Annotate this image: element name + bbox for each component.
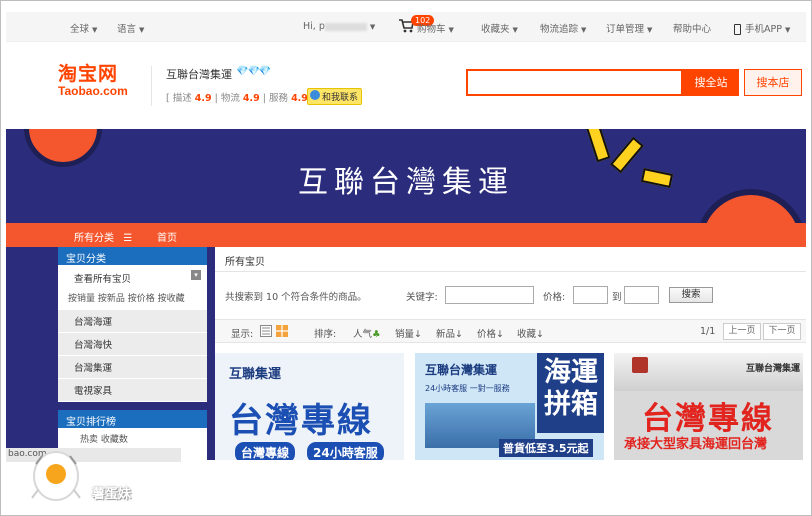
diamond-rank-icon: 💎💎💎 bbox=[236, 66, 271, 77]
product-tag: 24小時客服 bbox=[307, 442, 384, 460]
display-label: 显示: bbox=[231, 329, 254, 340]
product-brand: 互聯集運 bbox=[229, 367, 282, 382]
chat-icon bbox=[310, 90, 320, 100]
shop-name[interactable]: 互聯台灣集運 bbox=[166, 66, 232, 82]
collapse-icon[interactable]: ▾ bbox=[191, 270, 201, 280]
sidebar-item-tv-furniture[interactable]: 電視家具 bbox=[58, 379, 207, 402]
product-card[interactable]: 互聯台灣集運 台灣專線 承接大型家具海運回台灣 bbox=[614, 353, 803, 460]
product-card[interactable]: 互聯集運 台灣專線 台灣專線 24小時客服 bbox=[215, 353, 404, 460]
sidebar-item-taiwan-express[interactable]: 台灣海快 bbox=[58, 333, 207, 356]
product-headline: 台灣專線 bbox=[229, 401, 373, 441]
product-brand: 互聯台灣集運 bbox=[746, 364, 801, 374]
product-tag: 台灣專線 bbox=[235, 442, 296, 460]
shop-banner: 互聯台灣集運 bbox=[6, 129, 806, 223]
price-label: 价格: bbox=[543, 292, 566, 303]
sort-favorites[interactable]: 收藏↓ bbox=[517, 326, 544, 340]
divider bbox=[215, 271, 806, 272]
price-max-input[interactable] bbox=[624, 286, 659, 304]
brand-logo-icon bbox=[632, 357, 648, 373]
user-greeting[interactable]: Hi, p ▼ bbox=[303, 21, 375, 32]
product-headline: 台灣專線 bbox=[642, 401, 774, 437]
product-price-tag: 普貨低至3.5元起 bbox=[499, 439, 593, 457]
cart-menu[interactable]: 购物车 ▼ bbox=[417, 21, 454, 35]
sort-popularity[interactable]: 人气♣ bbox=[353, 326, 381, 340]
product-card[interactable]: 互聯台灣集運 24小時客服 一對一服務 海運拼箱 普貨低至3.5元起 bbox=[415, 353, 604, 460]
search-input[interactable] bbox=[466, 69, 683, 96]
keyword-input[interactable] bbox=[445, 286, 534, 304]
help-center-link[interactable]: 帮助中心 bbox=[673, 21, 711, 35]
menu-icon: ☰ bbox=[123, 233, 133, 244]
contact-seller-button[interactable]: 和我联系 bbox=[307, 88, 363, 105]
egg-mascot-icon bbox=[31, 451, 81, 501]
mobile-app-menu[interactable]: 手机APP ▼ bbox=[734, 21, 790, 35]
sidebar-item-taiwan-sea[interactable]: 台灣海運 bbox=[58, 310, 207, 333]
sort-sales[interactable]: 销量↓ bbox=[395, 326, 422, 340]
grid-view-icon[interactable] bbox=[276, 325, 288, 337]
sort-bar: 显示: 排序: 人气♣ 销量↓ 新品↓ 价格↓ 收藏↓ 1/1 上一页 下一页 bbox=[215, 319, 806, 343]
shop-ratings: [ 描述 4.9 | 物流 4.9 | 服務 4.9 ] bbox=[166, 93, 315, 104]
keyword-label: 关键字: bbox=[406, 292, 438, 303]
sort-label: 排序: bbox=[314, 329, 337, 340]
product-subtitle: 承接大型家具海運回台灣 bbox=[624, 437, 768, 452]
sidebar-item-taiwan-consolidation[interactable]: 台灣集運 bbox=[58, 356, 207, 379]
shop-nav: 所有分类 ☰ 首页 bbox=[6, 223, 806, 247]
search-shop-button[interactable]: 搜本店 bbox=[744, 69, 802, 96]
result-count: 共搜索到 10 个符合条件的商品。 bbox=[225, 292, 367, 303]
ranking-title: 宝贝排行榜 bbox=[58, 410, 207, 428]
all-categories-link[interactable]: 所有分类 ☰ bbox=[74, 229, 132, 244]
page-indicator: 1/1 bbox=[700, 326, 716, 337]
search-all-button[interactable]: 搜全站 bbox=[683, 69, 739, 96]
breadcrumb[interactable]: 所有宝贝 bbox=[225, 253, 265, 268]
region-menu[interactable]: 全球 ▼ bbox=[70, 21, 97, 35]
favorites-menu[interactable]: 收藏夹 ▼ bbox=[481, 21, 518, 35]
sidebar-title: 宝贝分类 bbox=[58, 247, 207, 265]
language-menu[interactable]: 语言 ▼ bbox=[117, 21, 144, 35]
phone-icon bbox=[734, 24, 741, 35]
price-min-input[interactable] bbox=[573, 286, 608, 304]
list-view-icon[interactable] bbox=[260, 325, 272, 337]
product-listing: 所有宝贝 共搜索到 10 个符合条件的商品。 关键字: 价格: 到 搜索 显示:… bbox=[215, 247, 806, 460]
sort-price[interactable]: 价格↓ bbox=[477, 326, 504, 340]
next-page-button[interactable]: 下一页 bbox=[763, 323, 801, 340]
taobao-logo[interactable]: 淘宝网 Taobao.com bbox=[58, 64, 128, 98]
product-headline: 海運拼箱 bbox=[544, 357, 598, 420]
watermark: 薯蛋妹 bbox=[92, 487, 132, 502]
product-brand: 互聯台灣集運 bbox=[425, 363, 498, 377]
filter-search-button[interactable]: 搜索 bbox=[669, 287, 713, 303]
prev-page-button[interactable]: 上一页 bbox=[723, 323, 761, 340]
home-link[interactable]: 首页 bbox=[157, 229, 177, 244]
product-subtitle: 24小時客服 一對一服務 bbox=[425, 384, 510, 393]
orders-menu[interactable]: 订单管理 ▼ bbox=[606, 21, 652, 35]
sort-new[interactable]: 新品↓ bbox=[436, 326, 463, 340]
category-sidebar: 宝贝分类 查看所有宝贝 ▾ 按销量 按新品 按价格 按收藏 台灣海運 台灣海快 台… bbox=[58, 247, 207, 402]
sidebar-sort-links[interactable]: 按销量 按新品 按价格 按收藏 bbox=[58, 289, 207, 310]
banner-title: 互聯台灣集運 bbox=[298, 165, 514, 200]
header-divider bbox=[151, 66, 152, 106]
logistics-menu[interactable]: 物流追踪 ▼ bbox=[540, 21, 586, 35]
site-topbar: 全球 ▼ 语言 ▼ Hi, p ▼ 102 购物车 ▼ 收藏夹 ▼ 物流追踪 ▼ 订单管理 ▼… bbox=[6, 12, 806, 42]
view-all-items-link[interactable]: 查看所有宝贝 ▾ bbox=[58, 265, 207, 289]
price-to-label: 到 bbox=[612, 292, 622, 303]
